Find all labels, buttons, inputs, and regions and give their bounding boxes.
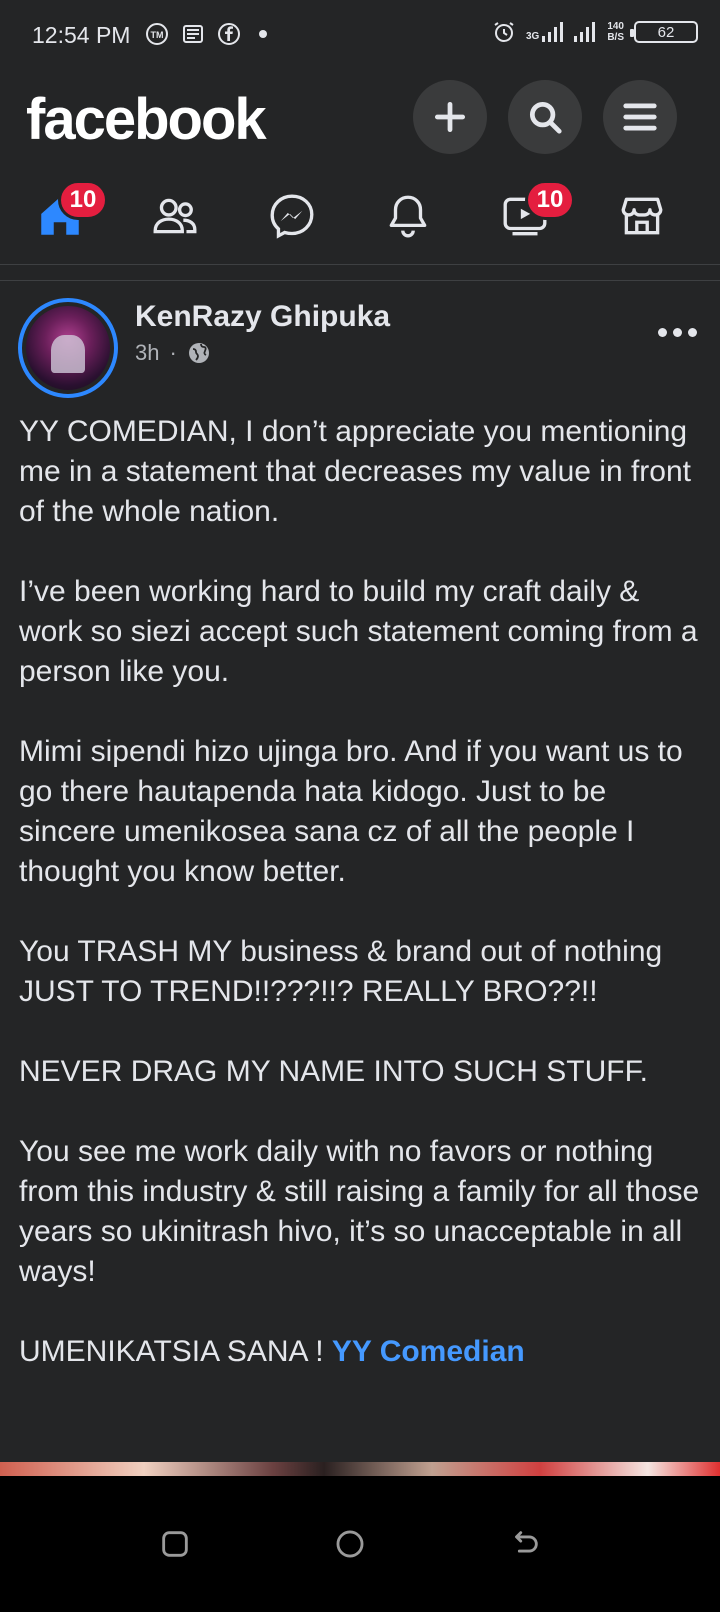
search-icon [529, 101, 562, 134]
globe-icon [188, 343, 209, 363]
tab-notifications[interactable] [348, 168, 468, 264]
status-time: 12:54 PM [32, 22, 131, 48]
more-dot-icon [673, 327, 682, 337]
net-speed-value: 140 [607, 21, 624, 32]
post-body: YY COMEDIAN, I don’t appreciate you ment… [19, 412, 709, 1372]
facebook-notif-icon [218, 23, 240, 45]
mention-link[interactable]: YY Comedian [332, 1335, 525, 1368]
post-paragraph: You see me work daily with no favors or … [19, 1135, 700, 1288]
messenger-icon [270, 194, 314, 239]
post-paragraph: YY COMEDIAN, I don’t appreciate you ment… [19, 415, 691, 528]
search-button[interactable] [508, 80, 582, 154]
net-speed: 140 B/S [607, 21, 624, 43]
recents-square-icon [162, 1531, 188, 1557]
post-paragraph-last: UMENIKATSIA SANA ! YY Comedian [19, 1332, 709, 1372]
home-circle-icon [336, 1530, 364, 1558]
home-system-button[interactable] [322, 1516, 378, 1572]
alarm-icon [494, 22, 514, 42]
author-avatar[interactable] [18, 298, 118, 398]
back-arrow-icon [515, 1531, 538, 1553]
tab-watch-badge: 10 [525, 180, 575, 220]
post-last-text: UMENIKATSIA SANA ! [19, 1335, 332, 1368]
tab-watch[interactable]: 10 [465, 168, 585, 264]
friends-icon [153, 198, 197, 234]
post-author-name[interactable]: KenRazy Ghipuka [135, 300, 390, 334]
system-navigation-bar [0, 1476, 720, 1612]
status-notification-icons: TM [145, 22, 267, 46]
menu-icon [623, 103, 657, 131]
net-speed-unit: B/S [607, 32, 624, 43]
post-image-preview[interactable] [0, 1462, 720, 1476]
post-paragraph: I’ve been working hard to build my craft… [19, 575, 698, 688]
battery-icon: 62 [630, 21, 698, 43]
plus-icon [434, 101, 466, 133]
bell-icon [389, 195, 427, 238]
feed-divider [0, 280, 720, 281]
tab-friends[interactable] [115, 168, 235, 264]
svg-text:TM: TM [151, 30, 164, 40]
signal-3g-icon: 3G [525, 22, 564, 42]
tm-app-icon: TM [146, 23, 168, 45]
more-notifications-dot [259, 30, 267, 38]
net-type: 3G [525, 31, 540, 42]
post-header: KenRazy Ghipuka 3h · [0, 296, 720, 406]
post-paragraph: Mimi sipendi hizo ujinga bro. And if you… [19, 735, 683, 888]
battery-level: 62 [657, 23, 675, 41]
app-header: facebook [0, 72, 720, 164]
tab-home[interactable]: 10 [0, 168, 120, 264]
recent-apps-button[interactable] [147, 1516, 203, 1572]
news-icon [183, 25, 203, 43]
tab-messenger[interactable] [232, 168, 352, 264]
status-right-icons: 3G 140 B/S 62 [492, 20, 698, 44]
marketplace-icon [621, 197, 663, 235]
facebook-logo[interactable]: facebook [26, 86, 267, 153]
tab-marketplace[interactable] [582, 168, 702, 264]
back-button[interactable] [497, 1516, 553, 1572]
meta-separator: · [169, 340, 177, 365]
tab-home-badge: 10 [58, 180, 108, 220]
post-meta: 3h · [135, 340, 211, 366]
more-dot-icon [658, 327, 667, 337]
main-tabs: 10 10 [0, 168, 720, 265]
create-button[interactable] [413, 80, 487, 154]
post-paragraph: NEVER DRAG MY NAME INTO SUCH STUFF. [19, 1055, 648, 1088]
post-paragraph: You TRASH MY business & brand out of not… [19, 935, 663, 1008]
more-dot-icon [688, 327, 697, 337]
signal-icon [574, 22, 596, 42]
status-bar: 12:54 PM TM 3G 140 B/S 62 [0, 0, 720, 72]
post-options-button[interactable] [658, 322, 698, 342]
post-timestamp[interactable]: 3h [135, 340, 159, 366]
menu-button[interactable] [603, 80, 677, 154]
avatar-image [26, 306, 110, 390]
